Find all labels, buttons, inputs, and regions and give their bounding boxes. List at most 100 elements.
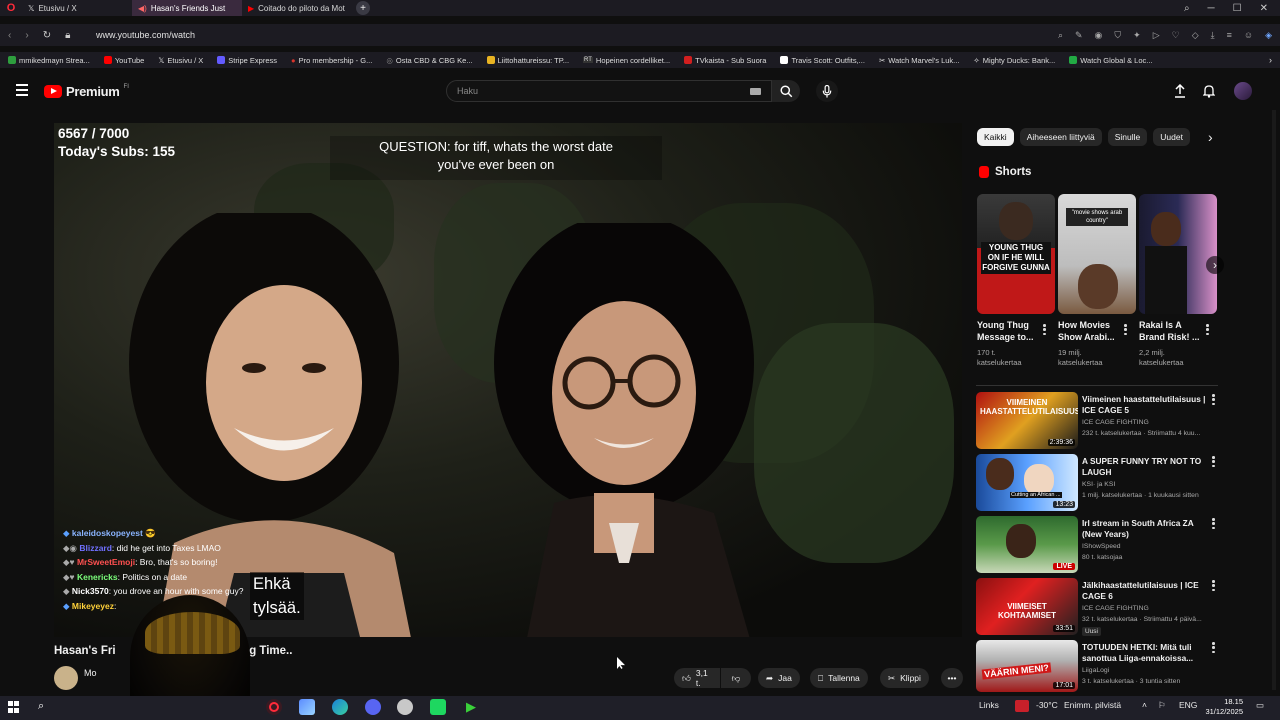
weather-temp[interactable]: -30°C [1036,700,1058,710]
keyboard-icon[interactable] [750,88,761,95]
minimize-icon[interactable]: ─ [1208,3,1215,14]
bookmark-4[interactable]: ● Pro membership - G... [291,56,372,65]
more-vert-icon[interactable] [1212,518,1215,529]
channel-name[interactable]: Mo [84,668,97,678]
video-title[interactable]: Viimeinen haastattelutilaisuus | ICE CAG… [1082,394,1206,416]
browser-tab-2[interactable]: ▶ Coitado do piloto da Mot [242,0,352,16]
opera-taskbar-icon[interactable] [266,699,282,715]
voice-search-button[interactable] [816,80,838,102]
scrollbar[interactable] [1272,110,1276,690]
channel-name[interactable]: ICE CAGE FIGHTING [1082,604,1214,614]
bookmark-12[interactable]: Watch Global & Loc... [1069,56,1153,65]
chip-new[interactable]: Uudet [1153,128,1190,146]
search-input[interactable]: Haku [446,80,772,102]
menu-icon[interactable]: ≡ [1227,30,1232,41]
obs-icon[interactable] [397,699,413,715]
chevron-right-icon[interactable]: › [1206,256,1224,274]
shield-icon[interactable]: ⛉ [1114,30,1121,41]
edit-icon[interactable]: ✎ [1075,30,1083,41]
list-item[interactable]: VÄÄRIN MENI? 17:01 TOTUUDEN HETKI: Mitä … [976,640,1220,692]
bookmark-6[interactable]: Liittohattureissu: TP... [486,56,569,65]
download-icon[interactable]: ⤓ [1211,30,1215,41]
more-vert-icon[interactable] [1212,642,1215,653]
play-icon[interactable]: ▷ [1153,30,1160,41]
chip-all[interactable]: Kaikki [977,128,1014,146]
more-actions-button[interactable]: ••• [941,668,963,688]
video-thumbnail[interactable]: Cutting an African ... 13:23 [976,454,1078,511]
system-clock[interactable]: 18.15 31/12/2025 [1203,697,1243,717]
more-vert-icon[interactable] [1212,580,1215,591]
browser-tab-1[interactable]: ◀) Hasan's Friends Just [132,0,242,16]
bookmark-0[interactable]: mmikedmayn Strea... [8,56,90,65]
chip-related[interactable]: Aiheeseen liittyviä [1019,128,1102,146]
reload-icon[interactable]: ↻ [43,30,51,41]
close-icon[interactable]: ✕ [1260,3,1268,14]
aria-icon[interactable]: ◈ [1265,30,1272,41]
bookmark-9[interactable]: Travis Scott: Outfits,... [780,56,865,65]
video-title[interactable]: A SUPER FUNNY TRY NOT TO LAUGH [1082,456,1206,478]
edge-icon[interactable] [332,699,348,715]
short-title[interactable]: How Movies Show Arabi... [1058,319,1124,343]
list-item[interactable]: LIVE Irl stream in South Africa ZA (New … [976,516,1220,574]
extension-icon[interactable]: ✦ [1133,30,1141,41]
list-item[interactable]: VIIMEINEN HAASTATTELUTILAISUUS 2:39:36 V… [976,392,1220,450]
taskbar-search-icon[interactable]: ⌕ [38,700,44,713]
heart-icon[interactable]: ♡ [1172,30,1180,41]
list-item[interactable]: Cutting an African ... 13:23 A SUPER FUN… [976,454,1220,512]
video-thumbnail[interactable]: VIIMEINEN HAASTATTELUTILAISUUS 2:39:36 [976,392,1078,449]
notification-app-icon[interactable] [1015,700,1029,712]
upload-button[interactable] [1172,83,1188,99]
share-button[interactable]: ➦ Jaa [758,668,800,688]
video-title[interactable]: TOTUUDEN HETKI: Mitä tuli sanottua Liiga… [1082,642,1206,664]
language-indicator[interactable]: ENG [1179,700,1197,710]
weather-desc[interactable]: Enimm. pilvistä [1064,700,1121,710]
bookmark-2[interactable]: 𝕏 Etusivu / X [158,56,203,65]
bookmark-8[interactable]: TVkaista - Sub Suora [684,56,766,65]
short-thumbnail[interactable]: YOUNG THUG ON IF HE WILL FORGIVE GUNNA [977,194,1055,314]
search-button[interactable] [772,80,800,102]
maximize-icon[interactable]: ☐ [1233,3,1242,14]
chevron-right-icon[interactable]: › [1269,55,1272,65]
bookmark-10[interactable]: ✂ Watch Marvel's Luk... [879,56,959,65]
video-title[interactable]: Irl stream in South Africa ZA (New Years… [1082,518,1206,540]
video-thumbnail[interactable]: LIVE [976,516,1078,573]
more-vert-icon[interactable] [1212,394,1215,405]
video-title[interactable]: Jälkihaastattelutilaisuus | ICE CAGE 6 [1082,580,1206,602]
profile-icon[interactable]: ☺ [1244,30,1253,41]
search-icon[interactable]: ⌕ [1184,3,1190,14]
windows-start-icon[interactable] [8,701,20,713]
short-title[interactable]: Young Thug Message to... [977,319,1043,343]
channel-name[interactable]: ICE CAGE FIGHTING [1082,418,1214,428]
camera-icon[interactable]: ◉ [1095,30,1103,41]
discord-icon[interactable] [365,699,381,715]
short-thumbnail[interactable]: "movie shows arab country" [1058,194,1136,314]
youtube-premium-logo[interactable]: Premium FI [44,84,129,99]
notification-center-icon[interactable]: ▭ [1256,700,1264,711]
channel-name[interactable]: LiigaLogi [1082,666,1214,676]
more-vert-icon[interactable] [1124,324,1127,335]
dislike-button[interactable]: 👎︎ [721,668,751,688]
url-field[interactable]: www.youtube.com/watch [96,30,195,40]
clip-button[interactable]: ✂ Klippi [880,668,929,688]
bookmark-3[interactable]: Stripe Express [217,56,277,65]
back-icon[interactable]: ‹ [8,30,11,41]
bookmark-1[interactable]: YouTube [103,56,144,65]
avatar[interactable] [1234,82,1252,100]
chip-for-you[interactable]: Sinulle [1107,128,1148,146]
like-button[interactable]: 👍︎ 3,1 t. [674,668,720,688]
notifications-button[interactable] [1201,83,1217,99]
channel-name[interactable]: IShowSpeed [1082,542,1214,552]
copilot-icon[interactable] [299,699,315,715]
menu-icon[interactable] [16,84,28,96]
video-thumbnail[interactable]: VIIMEISET KOHTAAMISET 33:51 [976,578,1078,635]
app-play-icon[interactable]: ▶ [463,699,479,715]
spotify-icon[interactable] [430,699,446,715]
short-thumbnail[interactable] [1139,194,1217,314]
chevron-right-icon[interactable]: › [1208,129,1213,145]
short-title[interactable]: Rakai Is A Brand Risk! ... [1139,319,1205,343]
new-tab-button[interactable]: + [356,1,370,15]
browser-tab-0[interactable]: 𝕏 Etusivu / X [22,0,132,16]
bookmark-5[interactable]: ◎ Osta CBD & CBG Ke... [386,56,472,65]
bookmark-7[interactable]: RT Hopeinen cordelliket... [583,56,670,65]
list-item[interactable]: VIIMEISET KOHTAAMISET 33:51 Jälkihaastat… [976,578,1220,636]
